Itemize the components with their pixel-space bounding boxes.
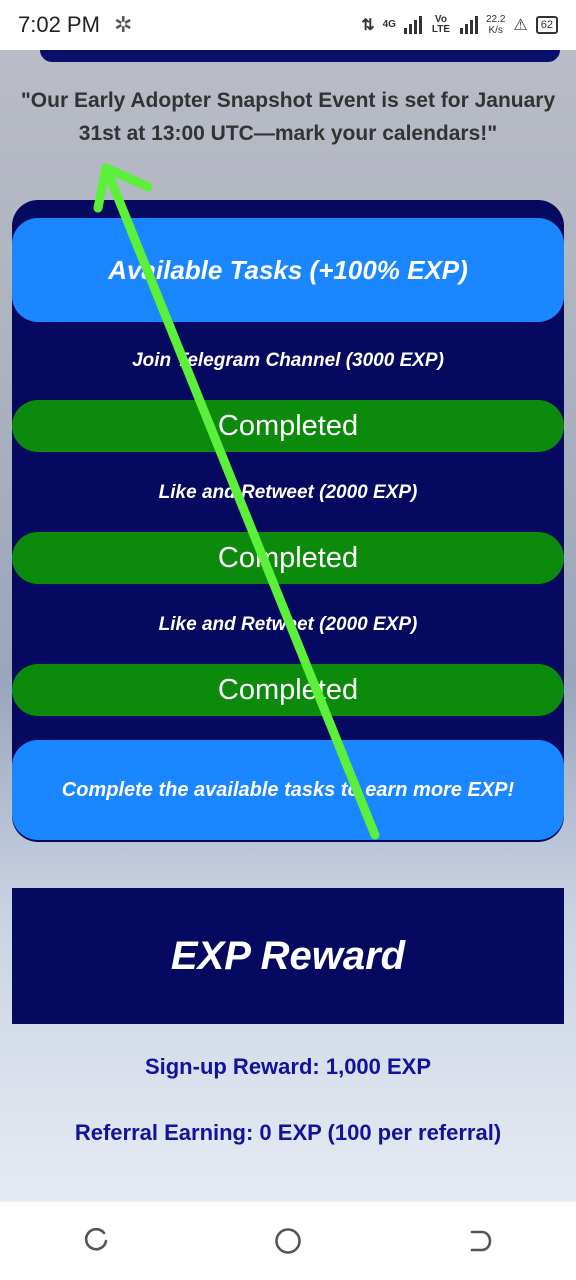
battery-level: 62 — [540, 19, 553, 31]
screen: 7:02 PM ✲ ⇅ 4G Vo LTE 22.2 K/s ⚠ 62 "Our… — [0, 0, 576, 1280]
home-icon[interactable] — [258, 1211, 318, 1271]
task-completed-button-retweet-1[interactable]: Completed — [12, 532, 564, 584]
page-content[interactable]: "Our Early Adopter Snapshot Event is set… — [0, 50, 576, 1202]
tasks-footer: Complete the available tasks to earn mor… — [12, 740, 564, 840]
recent-apps-icon[interactable] — [66, 1211, 126, 1271]
tasks-header: Available Tasks (+100% EXP) — [12, 218, 564, 322]
signal-icon-2 — [459, 16, 478, 34]
signup-reward-text: Sign-up Reward: 1,000 EXP — [144, 1054, 432, 1079]
referral-earning-text: Referral Earning: 0 EXP (100 per referra… — [74, 1120, 502, 1145]
warning-icon: ⚠ — [513, 17, 528, 34]
task-label-telegram: Join Telegram Channel (3000 EXP) — [132, 350, 444, 371]
navigation-bar — [0, 1202, 576, 1280]
speed-value: 22.2 — [485, 14, 506, 25]
task-completed-button-retweet-2[interactable]: Completed — [12, 664, 564, 716]
task-label-retweet-2: Like and Retweet (2000 EXP) — [158, 614, 418, 635]
status-bar: 7:02 PM ✲ ⇅ 4G Vo LTE 22.2 K/s ⚠ 62 — [0, 0, 576, 50]
speed-unit: K/s — [488, 25, 503, 36]
back-icon[interactable] — [450, 1211, 510, 1271]
settings-gear-icon: ✲ — [113, 12, 133, 37]
exp-reward-title: EXP Reward — [12, 888, 564, 1024]
announcement-text: "Our Early Adopter Snapshot Event is set… — [20, 89, 556, 145]
top-card-edge — [40, 50, 560, 62]
signal-icon — [403, 16, 422, 34]
task-label-retweet-1: Like and Retweet (2000 EXP) — [158, 482, 418, 503]
data-transfer-icon: ⇅ — [361, 17, 375, 34]
network-4g-label: 4G — [382, 19, 396, 30]
status-icons: ⇅ 4G Vo LTE 22.2 K/s ⚠ 62 — [361, 14, 558, 36]
tasks-card: Available Tasks (+100% EXP) Join Telegra… — [12, 200, 564, 842]
clock: 7:02 PM — [18, 12, 100, 37]
volte-label: Vo LTE — [431, 14, 451, 35]
task-completed-button-telegram[interactable]: Completed — [12, 400, 564, 452]
battery-icon: 62 — [535, 16, 558, 34]
network-speed: 22.2 K/s — [486, 14, 505, 36]
